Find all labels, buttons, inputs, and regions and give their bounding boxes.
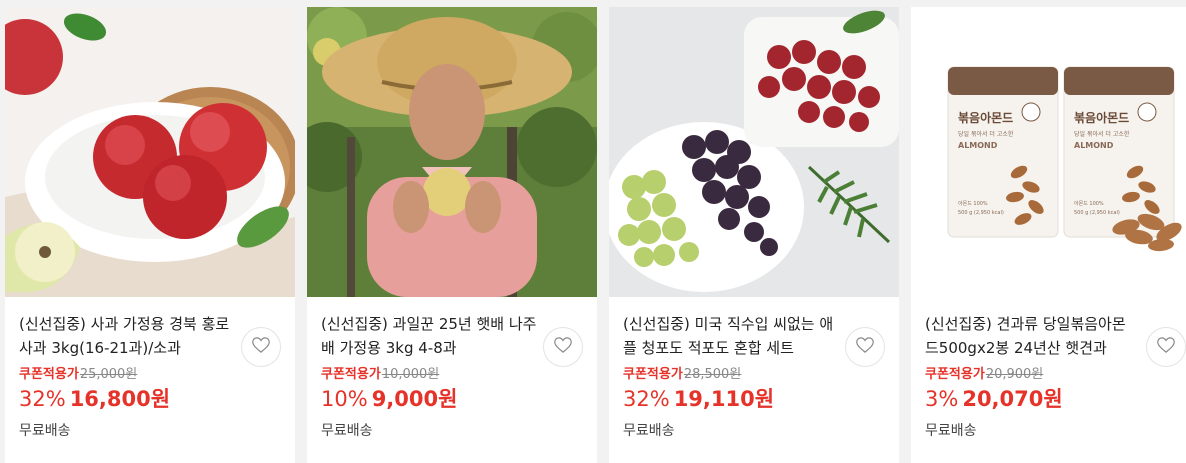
original-price: 20,900원 [985, 367, 1044, 382]
coupon-label: 쿠폰적용가 [19, 367, 79, 382]
heart-outline-icon [1157, 337, 1175, 357]
product-info: (신선집중) 미국 직수입 씨없는 애플 청포도 적포도 혼합 세트 쿠폰적용가… [609, 312, 899, 441]
heart-outline-icon [856, 337, 874, 357]
coupon-label: 쿠폰적용가 [623, 367, 683, 382]
price-line: 32% 16,800원 [19, 385, 295, 413]
product-info: (신선집중) 과일꾼 25년 햇배 나주배 가정용 3kg 4-8과 쿠폰적용가… [307, 312, 597, 441]
product-card[interactable]: (신선집중) 사과 가정용 경북 홍로사과 3kg(16-21과)/소과 쿠폰적… [5, 7, 295, 463]
coupon-price-line: 쿠폰적용가28,500원 [623, 366, 899, 384]
shipping-info: 무료배송 [19, 423, 71, 439]
sale-price: 19,110원 [673, 387, 775, 411]
package-name: 볶음아몬드 [958, 110, 1013, 125]
package-brand: ALMOND [958, 141, 998, 150]
coupon-price-line: 쿠폰적용가25,000원 [19, 366, 295, 384]
product-info: (신선집중) 사과 가정용 경북 홍로사과 3kg(16-21과)/소과 쿠폰적… [5, 312, 295, 441]
wishlist-button[interactable] [1146, 327, 1186, 367]
heart-outline-icon [554, 337, 572, 357]
product-row: (신선집중) 사과 가정용 경북 홍로사과 3kg(16-21과)/소과 쿠폰적… [0, 0, 1186, 463]
product-title[interactable]: (신선집중) 과일꾼 25년 햇배 나주배 가정용 3kg 4-8과 [321, 312, 537, 360]
product-title[interactable]: (신선집중) 견과류 당일볶음아몬드500gx2봉 24년산 햇견과 [925, 312, 1126, 360]
wishlist-button[interactable] [241, 327, 281, 367]
product-image[interactable] [5, 7, 295, 297]
original-price: 10,000원 [381, 367, 440, 382]
price-line: 10% 9,000원 [321, 385, 597, 413]
sale-price: 20,070원 [962, 387, 1063, 411]
discount-rate: 10% [321, 387, 368, 411]
original-price: 28,500원 [683, 367, 742, 382]
wishlist-button[interactable] [845, 327, 885, 367]
coupon-price-line: 쿠폰적용가10,000원 [321, 366, 597, 384]
product-card[interactable]: 볶음아몬드 당일 볶아서 더 고소한 ALMOND 아몬드 100% 500 g… [911, 7, 1186, 463]
coupon-label: 쿠폰적용가 [321, 367, 381, 382]
coupon-price-line: 쿠폰적용가20,900원 [925, 366, 1186, 384]
price-line: 32% 19,110원 [623, 385, 899, 413]
shipping-info: 무료배송 [321, 423, 373, 439]
discount-rate: 32% [19, 387, 66, 411]
product-card[interactable]: (신선집중) 미국 직수입 씨없는 애플 청포도 적포도 혼합 세트 쿠폰적용가… [609, 7, 899, 463]
coupon-label: 쿠폰적용가 [925, 367, 985, 382]
package-weight: 500 g (2,950 kcal) [1074, 210, 1120, 216]
package-brand: ALMOND [1074, 141, 1114, 150]
product-image[interactable] [307, 7, 597, 297]
shipping-info: 무료배송 [925, 423, 977, 439]
package-subtitle: 당일 볶아서 더 고소한 [958, 130, 1014, 138]
sale-price: 16,800원 [69, 387, 171, 411]
product-image[interactable]: 볶음아몬드 당일 볶아서 더 고소한 ALMOND 아몬드 100% 500 g… [911, 7, 1186, 297]
heart-outline-icon [252, 337, 270, 357]
product-card[interactable]: (신선집중) 과일꾼 25년 햇배 나주배 가정용 3kg 4-8과 쿠폰적용가… [307, 7, 597, 463]
product-image[interactable] [609, 7, 899, 297]
package-origin: 아몬드 100% [958, 200, 988, 207]
product-title[interactable]: (신선집중) 사과 가정용 경북 홍로사과 3kg(16-21과)/소과 [19, 312, 235, 360]
shipping-info: 무료배송 [623, 423, 675, 439]
package-origin: 아몬드 100% [1074, 200, 1104, 207]
sale-price: 9,000원 [371, 387, 458, 411]
discount-rate: 3% [925, 387, 959, 411]
discount-rate: 32% [623, 387, 670, 411]
package-subtitle: 당일 볶아서 더 고소한 [1074, 130, 1130, 138]
price-line: 3% 20,070원 [925, 385, 1186, 413]
product-info: (신선집중) 견과류 당일볶음아몬드500gx2봉 24년산 햇견과 쿠폰적용가… [911, 312, 1186, 441]
wishlist-button[interactable] [543, 327, 583, 367]
original-price: 25,000원 [79, 367, 138, 382]
package-weight: 500 g (2,950 kcal) [958, 210, 1004, 216]
package-name: 볶음아몬드 [1074, 110, 1129, 125]
product-title[interactable]: (신선집중) 미국 직수입 씨없는 애플 청포도 적포도 혼합 세트 [623, 312, 839, 360]
